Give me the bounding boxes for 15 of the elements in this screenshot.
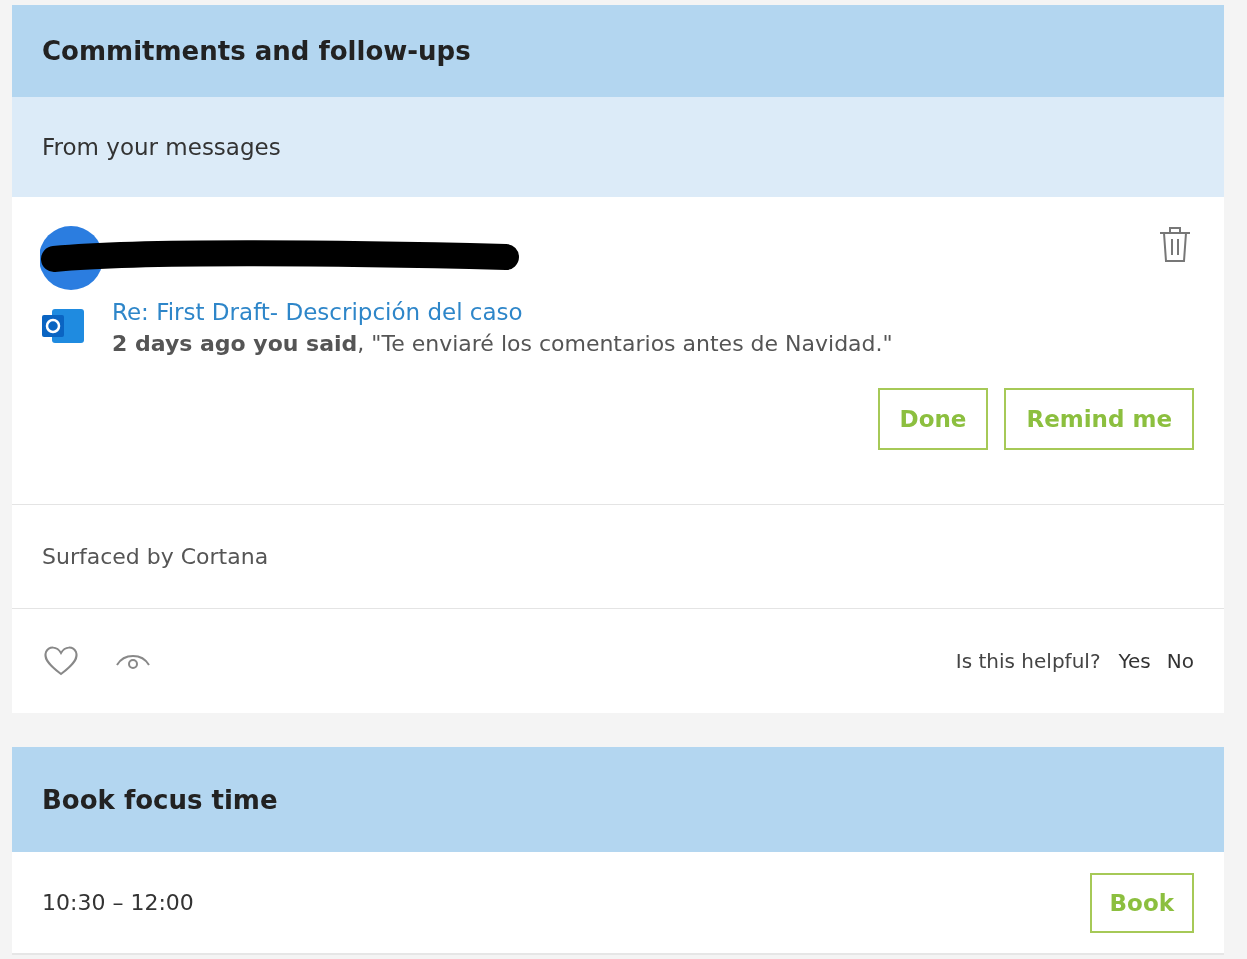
source-text: Surfaced by Cortana: [42, 544, 269, 569]
feedback-question: Is this helpful?: [955, 649, 1101, 673]
feedback-link[interactable]: No: [1166, 649, 1194, 673]
book-button[interactable]: Book: [1089, 872, 1194, 933]
commitment-text: 2 days ago you said, "Te enviaré los comentarios antes de Navidad.": [112, 331, 893, 356]
heart-icon[interactable]: [42, 645, 80, 677]
action-button[interactable]: Remind me: [1004, 388, 1194, 450]
message-link[interactable]: Re: First Draft- Descripción del caso: [112, 299, 893, 325]
section-title: Book focus time: [42, 784, 278, 815]
time-slot-text: 10:30 – 12:00: [42, 890, 194, 915]
section-title: Commitments and follow-ups: [42, 36, 471, 66]
action-button[interactable]: Done: [877, 388, 989, 450]
feedback-link[interactable]: Yes: [1118, 649, 1151, 673]
trash-icon[interactable]: [1158, 225, 1192, 263]
subheader-text: From your messages: [42, 134, 281, 160]
